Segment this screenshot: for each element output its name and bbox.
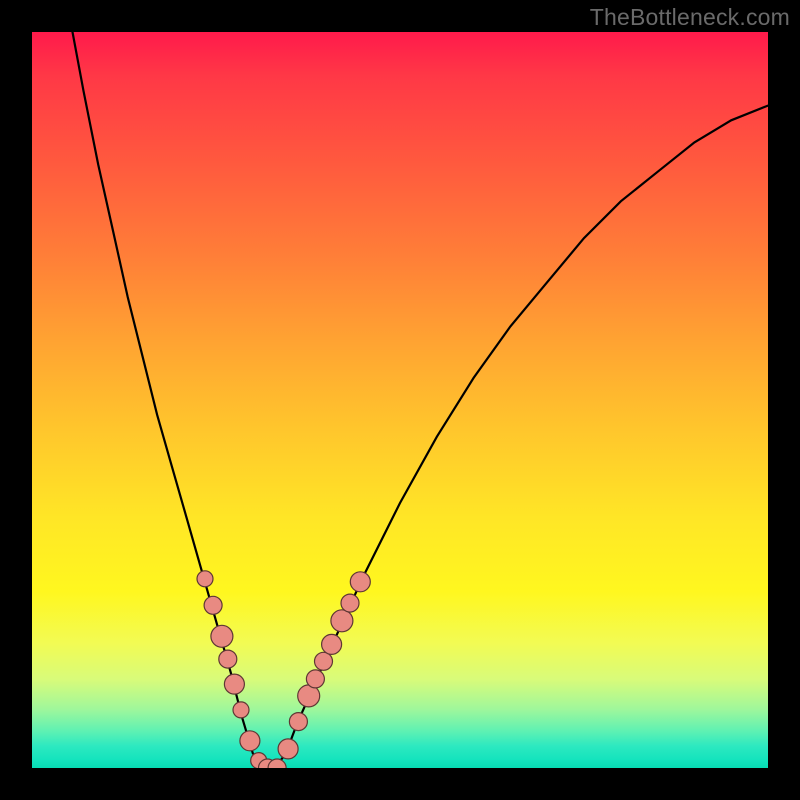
watermark-text: TheBottleneck.com: [590, 4, 790, 31]
chart-frame: TheBottleneck.com: [0, 0, 800, 800]
plot-area: [32, 32, 768, 768]
